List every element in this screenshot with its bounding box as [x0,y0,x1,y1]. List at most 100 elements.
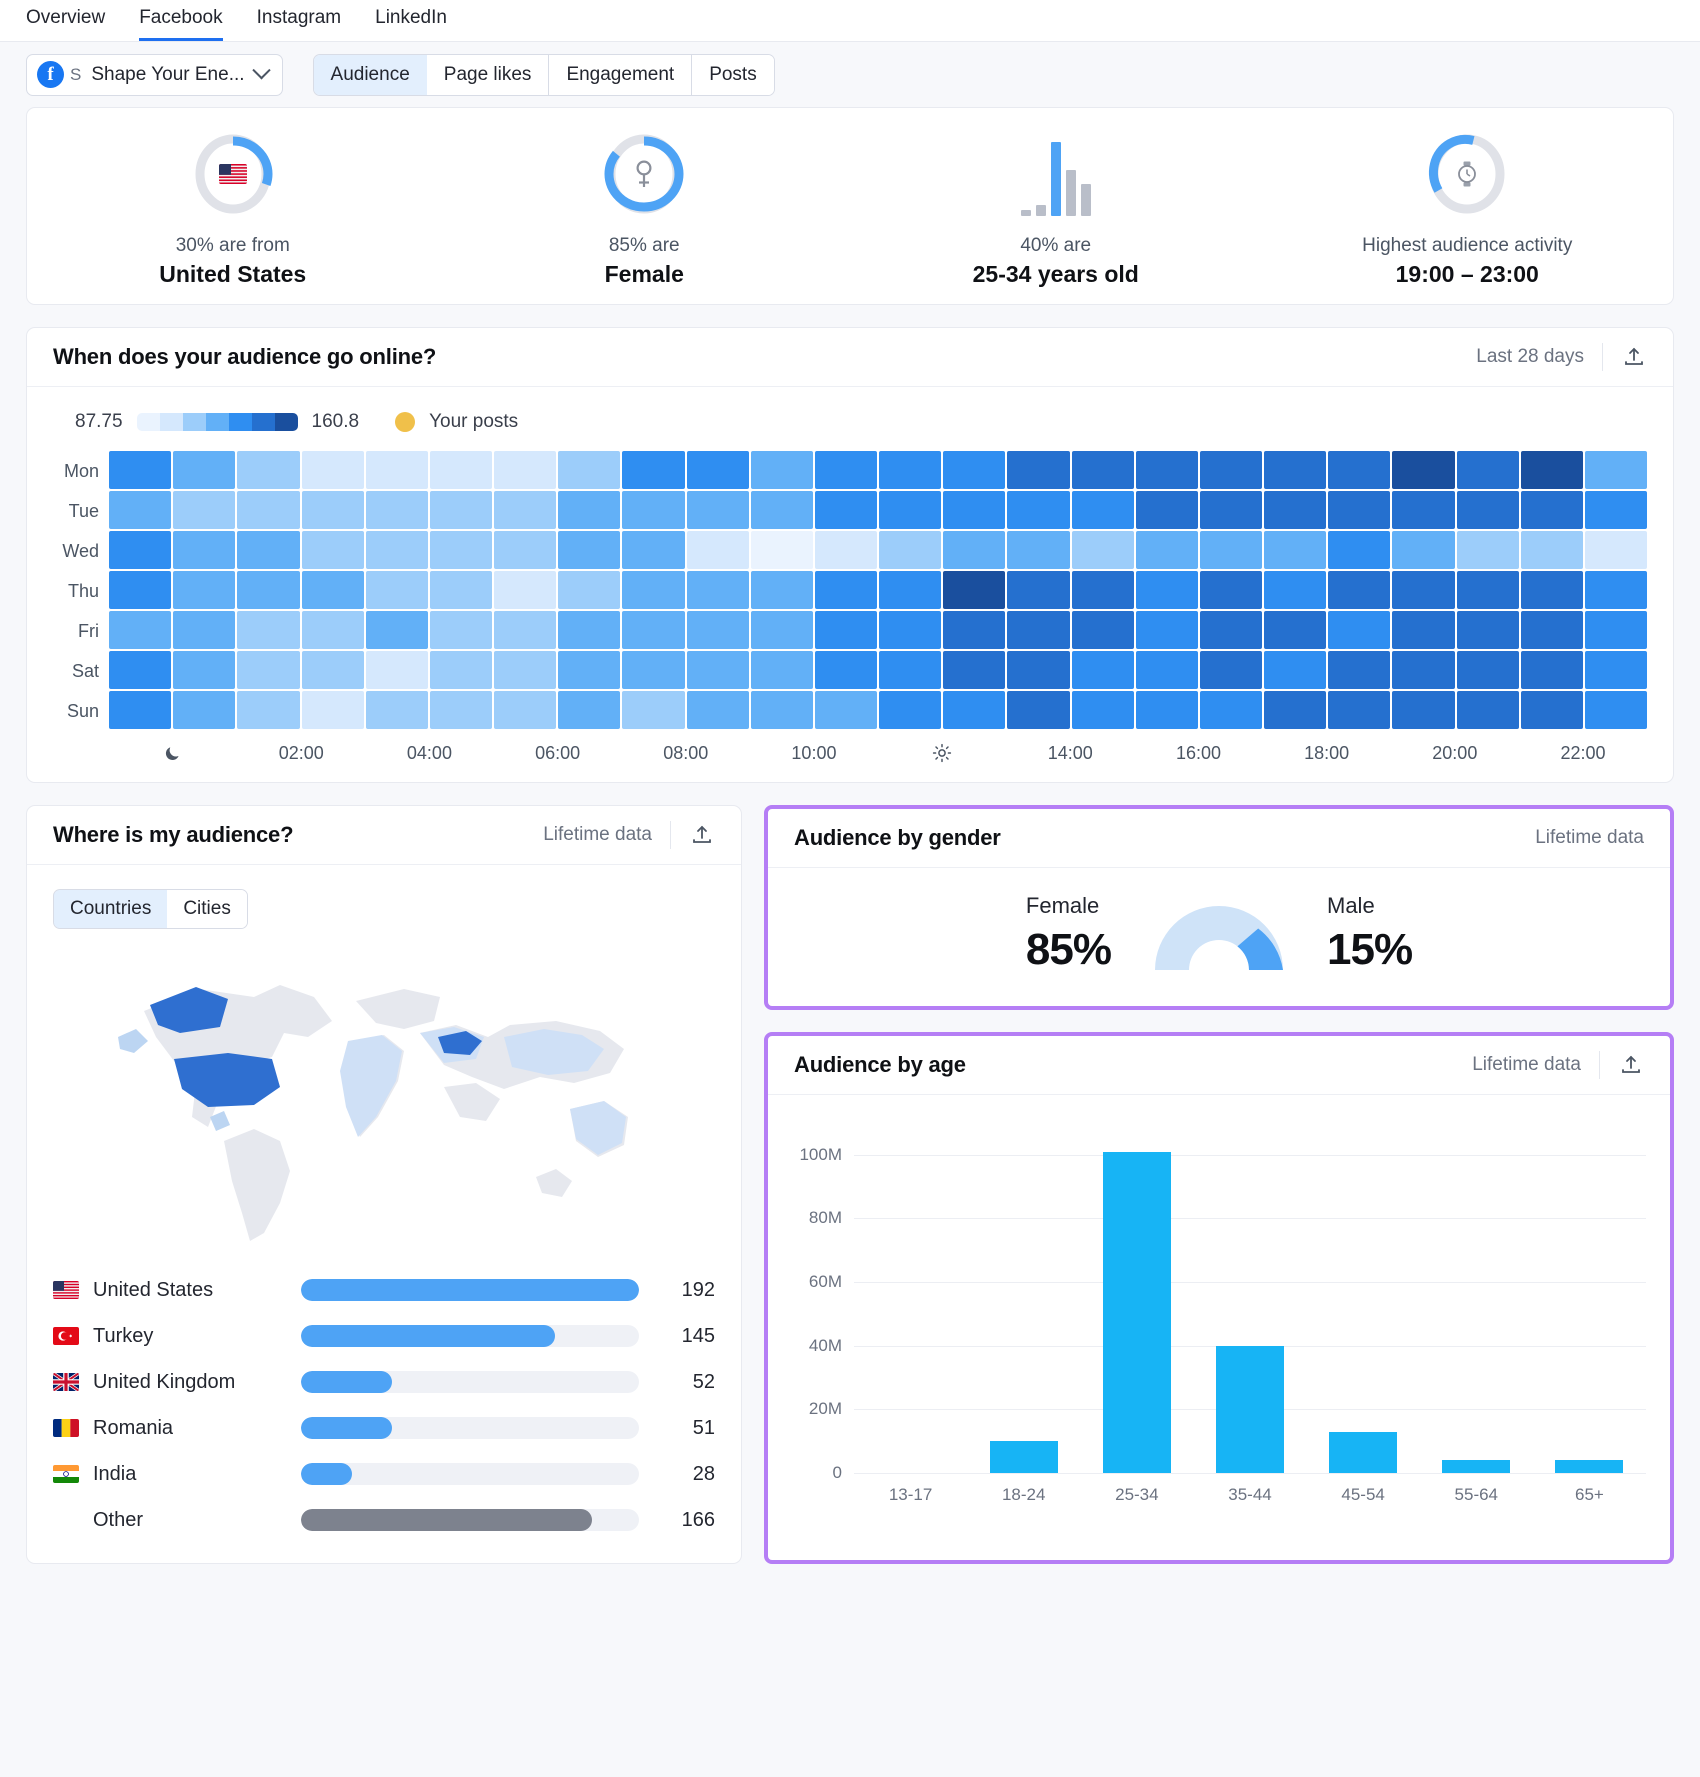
heatmap-cell[interactable] [1199,611,1263,649]
heatmap-cell[interactable] [109,611,172,649]
heatmap-cell[interactable] [1199,451,1263,489]
heatmap-cell[interactable] [109,651,172,689]
heatmap-cell[interactable] [1520,531,1583,569]
heatmap-cell[interactable] [494,491,557,529]
heatmap-cell[interactable] [1007,651,1070,689]
heatmap-cell[interactable] [429,651,493,689]
heatmap-cell[interactable] [943,571,1006,609]
heatmap-cell[interactable] [814,571,878,609]
heatmap-cell[interactable] [1520,651,1583,689]
heatmap-cell[interactable] [1392,651,1455,689]
export-icon[interactable] [689,822,715,848]
heatmap-cell[interactable] [943,651,1006,689]
heatmap-cell[interactable] [429,491,493,529]
heatmap-cell[interactable] [109,691,172,729]
heatmap-cell[interactable] [1392,611,1455,649]
heatmap-cell[interactable] [1071,611,1134,649]
heatmap-cell[interactable] [1007,491,1070,529]
heatmap-cell[interactable] [943,531,1006,569]
heatmap-cell[interactable] [109,571,172,609]
heatmap-cell[interactable] [494,611,557,649]
heatmap-cell[interactable] [1007,691,1070,729]
heatmap-cell[interactable] [365,451,428,489]
heatmap-cell[interactable] [1456,451,1519,489]
heatmap-cell[interactable] [1071,451,1134,489]
heatmap-cell[interactable] [558,611,621,649]
heatmap-cell[interactable] [879,691,942,729]
heatmap-cell[interactable] [1392,531,1455,569]
heatmap-cell[interactable] [301,691,364,729]
heatmap-cell[interactable] [1328,651,1391,689]
heatmap-cell[interactable] [173,571,236,609]
heatmap-cell[interactable] [686,451,749,489]
heatmap-cell[interactable] [1456,571,1519,609]
heatmap-cell[interactable] [814,651,878,689]
heatmap-cell[interactable] [365,571,428,609]
heatmap-cell[interactable] [494,531,557,569]
heatmap-cell[interactable] [1071,491,1134,529]
heatmap-cell[interactable] [1135,651,1198,689]
heatmap-cell[interactable] [1328,571,1391,609]
heatmap-cell[interactable] [1392,451,1455,489]
heatmap-cell[interactable] [173,451,236,489]
heatmap-cell[interactable] [622,491,685,529]
heatmap-cell[interactable] [301,491,364,529]
heatmap-cell[interactable] [879,531,942,569]
heatmap-cell[interactable] [1328,531,1391,569]
heatmap-cell[interactable] [109,531,172,569]
heatmap-cell[interactable] [1264,531,1327,569]
heatmap-cell[interactable] [1584,571,1648,609]
heatmap-cell[interactable] [1007,451,1070,489]
country-row[interactable]: Turkey 145 [53,1313,715,1359]
heatmap-cell[interactable] [750,571,813,609]
heatmap-cell[interactable] [686,491,749,529]
heatmap-cell[interactable] [301,651,364,689]
heatmap-cell[interactable] [1071,651,1134,689]
heatmap-cell[interactable] [1520,491,1583,529]
tab-posts[interactable]: Posts [692,54,774,95]
heatmap-cell[interactable] [1199,691,1263,729]
heatmap-cell[interactable] [558,531,621,569]
age-bar-column[interactable] [1533,1123,1646,1473]
heatmap-cell[interactable] [622,651,685,689]
heatmap-cell[interactable] [429,571,493,609]
heatmap-cell[interactable] [494,571,557,609]
heatmap-cell[interactable] [173,491,236,529]
age-bar-column[interactable] [854,1123,967,1473]
age-bar-column[interactable] [967,1123,1080,1473]
heatmap-cell[interactable] [1071,571,1134,609]
heatmap-cell[interactable] [686,611,749,649]
geo-tab-countries[interactable]: Countries [53,890,169,928]
nav-tab-linkedin[interactable]: LinkedIn [375,7,447,41]
heatmap-cell[interactable] [558,571,621,609]
heatmap-cell[interactable] [301,611,364,649]
tab-engagement[interactable]: Engagement [549,54,693,95]
heatmap-cell[interactable] [814,611,878,649]
heatmap-cell[interactable] [1135,571,1198,609]
heatmap-cell[interactable] [1007,531,1070,569]
heatmap-cell[interactable] [237,531,300,569]
heatmap-cell[interactable] [814,691,878,729]
tab-audience[interactable]: Audience [313,54,428,95]
heatmap-cell[interactable] [879,611,942,649]
heatmap-cell[interactable] [686,531,749,569]
heatmap-cell[interactable] [237,691,300,729]
heatmap-cell[interactable] [1199,531,1263,569]
heatmap-cell[interactable] [1328,691,1391,729]
heatmap-cell[interactable] [750,691,813,729]
heatmap-cell[interactable] [1264,611,1327,649]
heatmap-cell[interactable] [173,531,236,569]
export-icon[interactable] [1618,1052,1644,1078]
heatmap-cell[interactable] [1264,571,1327,609]
heatmap-cell[interactable] [1071,691,1134,729]
heatmap-cell[interactable] [879,491,942,529]
heatmap-cell[interactable] [750,611,813,649]
heatmap-cell[interactable] [429,691,493,729]
heatmap-cell[interactable] [1007,611,1070,649]
country-row[interactable]: Other 166 [53,1497,715,1543]
heatmap-cell[interactable] [173,651,236,689]
heatmap-cell[interactable] [558,491,621,529]
heatmap-cell[interactable] [1520,451,1583,489]
heatmap-cell[interactable] [1584,531,1648,569]
heatmap-cell[interactable] [879,651,942,689]
